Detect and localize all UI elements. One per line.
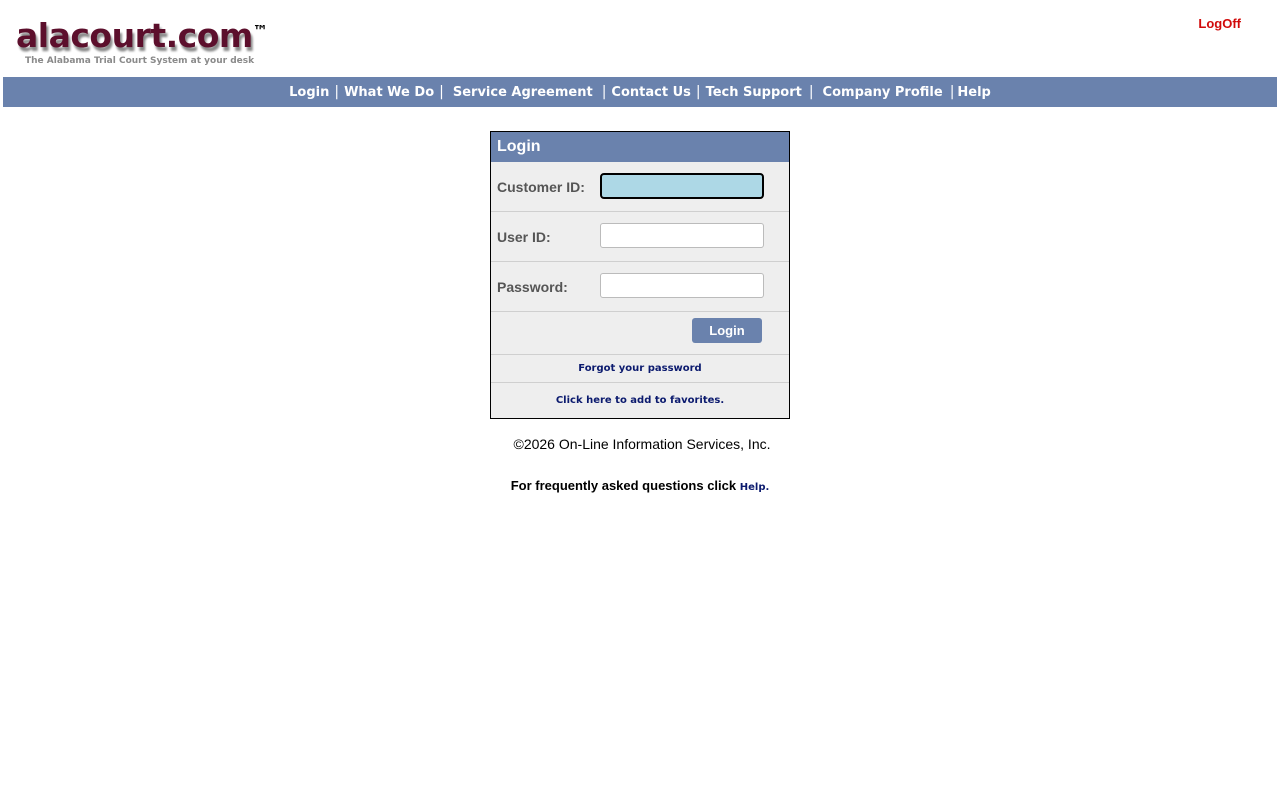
alacourt-logo[interactable]: alacourt.com™ The Alabama Trial Court Sy… [14,14,268,72]
faq-line: For frequently asked questions click Hel… [0,478,1280,493]
logo-wordmark: alacourt.com™ [16,16,268,55]
password-row: Password: [491,262,789,312]
logoff-link[interactable]: LogOff [1198,16,1241,31]
nav-tech-support[interactable]: Tech Support [701,85,809,100]
login-button-row: Login [491,312,789,355]
customer-id-input[interactable] [600,173,764,199]
logo-trademark: ™ [252,22,268,40]
logo-tagline: The Alabama Trial Court System at your d… [25,56,255,66]
logo-title: alacourt.com [16,16,253,55]
login-panel-title: Login [491,132,789,162]
login-button[interactable]: Login [692,318,762,343]
password-label: Password: [497,279,568,295]
customer-id-label: Customer ID: [497,179,585,195]
nav-service-agreement[interactable]: Service Agreement [444,85,602,100]
nav-what-we-do[interactable]: What We Do [339,85,439,100]
header: alacourt.com™ The Alabama Trial Court Sy… [0,0,1280,77]
nav-company-profile[interactable]: Company Profile [814,85,950,100]
nav-contact-us[interactable]: Contact Us [606,85,695,100]
user-id-row: User ID: [491,212,789,262]
customer-id-row: Customer ID: [491,162,789,212]
faq-text: For frequently asked questions click [510,478,737,493]
login-panel: Login Customer ID: User ID: Password: Lo… [490,131,790,419]
nav-login[interactable]: Login [284,85,334,100]
forgot-password-link[interactable]: Forgot your password [578,363,701,374]
copyright-text: ©2026 On-Line Information Services, Inc. [513,436,771,452]
user-id-label: User ID: [497,229,551,245]
add-to-favorites-link[interactable]: Click here to add to favorites. [556,395,724,406]
password-input[interactable] [600,273,764,298]
nav-help[interactable]: Help [954,85,995,100]
main-nav: Login | What We Do | Service Agreement |… [3,77,1277,107]
forgot-password-row: Forgot your password [491,355,789,383]
faq-help-link[interactable]: Help. [740,482,770,493]
favorites-row: Click here to add to favorites. [491,383,789,418]
user-id-input[interactable] [600,223,764,248]
